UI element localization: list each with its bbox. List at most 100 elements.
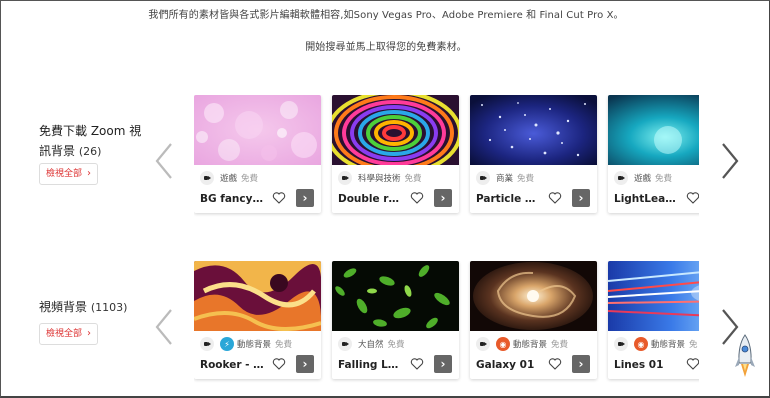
rocket-icon[interactable] bbox=[734, 333, 756, 385]
download-button[interactable]: › bbox=[434, 189, 452, 207]
free-label: 免費 bbox=[551, 340, 569, 350]
carousel-track: 遊戲 免費 BG fancy… › 科學與技術 免費 Double r… › 商… bbox=[194, 95, 699, 220]
section-count: (26) bbox=[78, 145, 102, 158]
carousel-next-button[interactable] bbox=[719, 141, 741, 181]
category-link[interactable]: 動態背景 bbox=[651, 338, 685, 350]
thumbnail-image[interactable] bbox=[194, 261, 321, 331]
category-link[interactable]: 遊戲 bbox=[220, 172, 237, 184]
camera-icon bbox=[476, 171, 490, 185]
card-meta: ◉ 動態背景免 bbox=[614, 337, 698, 351]
card-title[interactable]: LightLea… bbox=[614, 193, 676, 205]
card-title[interactable]: Rooker - … bbox=[200, 359, 264, 371]
arrow-right-icon: › bbox=[440, 191, 446, 205]
bolt-icon: ⚡ bbox=[220, 337, 234, 351]
heart-icon[interactable] bbox=[548, 191, 562, 205]
chevron-right-icon bbox=[722, 143, 739, 179]
view-all-button[interactable]: 檢視全部 › bbox=[39, 323, 99, 345]
category-link[interactable]: 遊戲 bbox=[634, 172, 651, 184]
category-link[interactable]: 大自然 bbox=[358, 338, 384, 350]
carousel-track: ⚡ 動態背景 免費 Rooker - … › 大自然 免費 Falling L…… bbox=[194, 261, 699, 386]
card-meta: 遊戲 免費 bbox=[200, 171, 258, 185]
arrow-right-icon: › bbox=[302, 357, 308, 371]
view-all-label: 檢視全部 bbox=[46, 169, 83, 179]
download-button[interactable]: › bbox=[572, 355, 590, 373]
free-label: 免費 bbox=[241, 174, 259, 184]
heart-icon[interactable] bbox=[272, 191, 286, 205]
arrow-right-icon: › bbox=[578, 191, 584, 205]
card-meta: ⚡ 動態背景 免費 bbox=[200, 337, 292, 351]
section-title: 視頻背景 (1103) bbox=[39, 297, 149, 318]
chevron-left-icon bbox=[155, 143, 172, 179]
eye-icon: ◉ bbox=[496, 337, 510, 351]
camera-icon bbox=[338, 171, 352, 185]
media-card[interactable]: 大自然 免費 Falling L… › bbox=[332, 261, 459, 379]
card-title[interactable]: Lines 01 bbox=[614, 359, 663, 371]
arrow-right-icon: › bbox=[440, 357, 446, 371]
card-meta: 大自然 免費 bbox=[338, 337, 405, 351]
section-count: (1103) bbox=[90, 301, 128, 314]
intro-text: 我們所有的素材皆與各式影片編輯軟體相容,如Sony Vegas Pro、Adob… bbox=[148, 10, 624, 21]
category-link[interactable]: 商業 bbox=[496, 172, 513, 184]
media-card[interactable]: 商業 免費 Particle … › bbox=[470, 95, 597, 213]
heart-icon[interactable] bbox=[410, 191, 424, 205]
category-link[interactable]: 動態背景 bbox=[237, 338, 271, 350]
page-frame: 我們所有的素材皆與各式影片編輯軟體相容,如Sony Vegas Pro、Adob… bbox=[0, 0, 770, 398]
download-button[interactable]: › bbox=[572, 189, 590, 207]
download-button[interactable]: › bbox=[434, 355, 452, 373]
download-button[interactable]: › bbox=[296, 189, 314, 207]
camera-icon bbox=[200, 337, 214, 351]
camera-icon bbox=[338, 337, 352, 351]
heart-icon[interactable] bbox=[410, 357, 424, 371]
media-card[interactable]: 遊戲 免費 BG fancy… › bbox=[194, 95, 321, 213]
thumbnail-image[interactable] bbox=[332, 95, 459, 165]
heart-icon[interactable] bbox=[686, 357, 699, 371]
thumbnail-image[interactable] bbox=[470, 95, 597, 165]
thumbnail-image[interactable] bbox=[470, 261, 597, 331]
carousel-prev-button[interactable] bbox=[153, 307, 175, 347]
card-title[interactable]: Galaxy 01 bbox=[476, 359, 534, 371]
card-title[interactable]: Falling L… bbox=[338, 359, 398, 371]
arrow-right-icon: › bbox=[302, 191, 308, 205]
free-label: 免費 bbox=[275, 340, 293, 350]
heart-icon[interactable] bbox=[548, 357, 562, 371]
card-meta: 遊戲 免費 bbox=[614, 171, 672, 185]
chevron-right-icon: › bbox=[87, 168, 92, 179]
chevron-left-icon bbox=[155, 309, 172, 345]
free-label: 免 bbox=[689, 340, 698, 350]
chevron-right-icon: › bbox=[87, 328, 92, 339]
card-meta: 商業 免費 bbox=[476, 171, 534, 185]
category-link[interactable]: 科學與技術 bbox=[358, 172, 401, 184]
media-card[interactable]: ◉ 動態背景 免費 Galaxy 01 › bbox=[470, 261, 597, 379]
card-title[interactable]: Particle … bbox=[476, 193, 535, 205]
thumbnail-image[interactable] bbox=[608, 261, 699, 331]
view-all-button[interactable]: 檢視全部 › bbox=[39, 163, 99, 185]
card-meta: ◉ 動態背景 免費 bbox=[476, 337, 568, 351]
intro-cta-text: 開始搜尋並馬上取得您的免費素材。 bbox=[305, 42, 467, 53]
thumbnail-image[interactable] bbox=[608, 95, 699, 165]
camera-icon bbox=[614, 171, 628, 185]
thumbnail-image[interactable] bbox=[332, 261, 459, 331]
thumbnail-image[interactable] bbox=[194, 95, 321, 165]
free-label: 免費 bbox=[655, 174, 673, 184]
free-label: 免費 bbox=[387, 340, 405, 350]
media-card[interactable]: 科學與技術 免費 Double r… › bbox=[332, 95, 459, 213]
media-card[interactable]: ◉動態背景免 Lines 01 › bbox=[608, 261, 699, 379]
media-card[interactable]: ⚡ 動態背景 免費 Rooker - … › bbox=[194, 261, 321, 379]
card-title[interactable]: Double r… bbox=[338, 193, 399, 205]
card-title[interactable]: BG fancy… bbox=[200, 193, 263, 205]
camera-icon bbox=[200, 171, 214, 185]
camera-icon bbox=[476, 337, 490, 351]
free-label: 免費 bbox=[404, 174, 422, 184]
heart-icon[interactable] bbox=[686, 191, 699, 205]
carousel-prev-button[interactable] bbox=[153, 141, 175, 181]
eye-icon: ◉ bbox=[634, 337, 648, 351]
free-label: 免費 bbox=[517, 174, 535, 184]
media-card[interactable]: 遊戲免費 LightLea… › bbox=[608, 95, 699, 213]
heart-icon[interactable] bbox=[272, 357, 286, 371]
arrow-right-icon: › bbox=[578, 357, 584, 371]
section-title-text: 視頻背景 bbox=[39, 300, 88, 314]
download-button[interactable]: › bbox=[296, 355, 314, 373]
view-all-label: 檢視全部 bbox=[46, 329, 83, 339]
card-meta: 科學與技術 免費 bbox=[338, 171, 422, 185]
category-link[interactable]: 動態背景 bbox=[513, 338, 547, 350]
